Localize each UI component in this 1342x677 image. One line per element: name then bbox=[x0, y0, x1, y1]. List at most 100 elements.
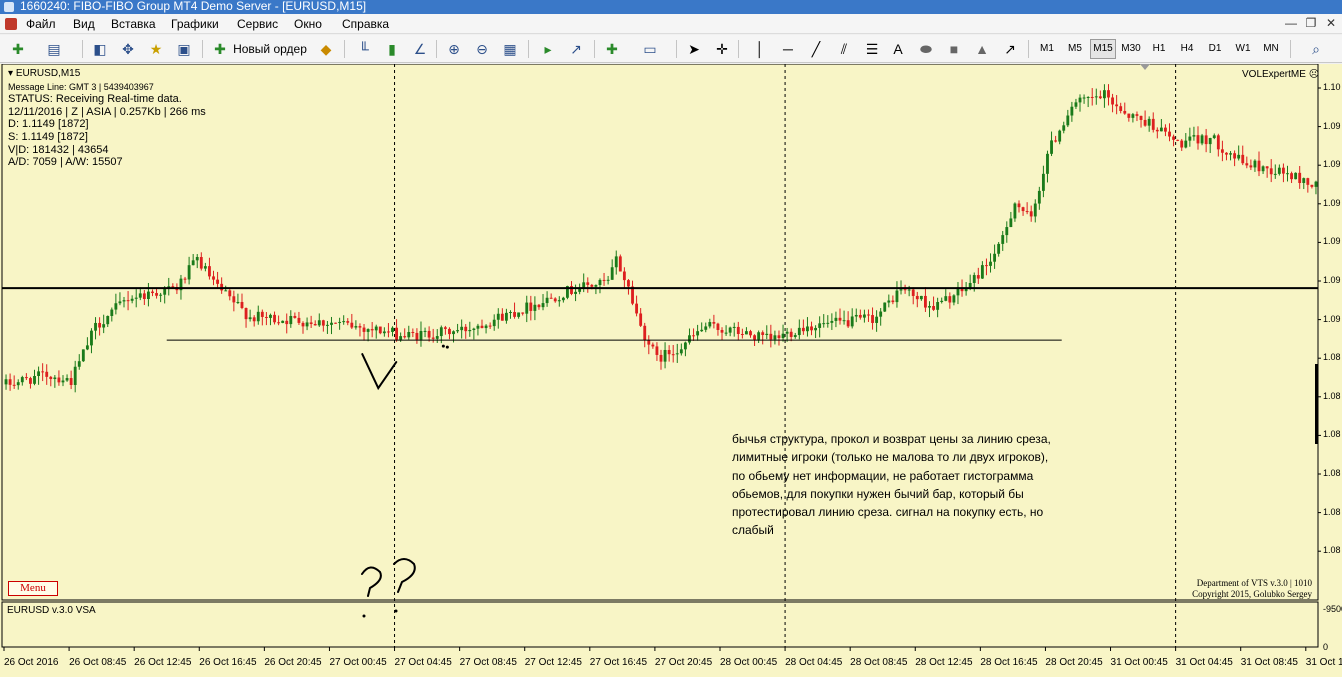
rectangle-icon[interactable]: ■ bbox=[944, 39, 964, 59]
bear-candle bbox=[740, 333, 744, 335]
menu-view[interactable]: Вид bbox=[73, 17, 95, 31]
close-icon[interactable]: ✕ bbox=[1324, 16, 1338, 30]
new-order-icon[interactable]: ✚ bbox=[210, 39, 230, 59]
timeframe-h1[interactable]: H1 bbox=[1146, 39, 1172, 59]
market-watch-icon[interactable]: ◧ bbox=[90, 39, 110, 59]
bear-candle bbox=[753, 335, 756, 340]
bull-candle bbox=[594, 285, 598, 287]
bear-candle bbox=[313, 323, 317, 326]
bull-candle bbox=[675, 353, 679, 355]
fibonacci-icon[interactable]: ☰ bbox=[862, 39, 882, 59]
bear-candle bbox=[427, 330, 431, 338]
bull-candle bbox=[1184, 140, 1188, 148]
templates-icon[interactable]: ▭ bbox=[640, 39, 660, 59]
chart-window[interactable]: ▾ EURUSD,M15 Message Line: GMT 3 | 54394… bbox=[0, 64, 1342, 677]
bull-candle bbox=[728, 327, 732, 333]
channel-icon[interactable]: ⫽ bbox=[834, 39, 854, 59]
ellipse-icon[interactable]: ⬬ bbox=[916, 39, 936, 59]
bull-candle bbox=[1261, 166, 1265, 172]
bear-candle bbox=[655, 346, 659, 355]
text-icon[interactable]: A bbox=[888, 39, 908, 59]
menu-tools[interactable]: Сервис bbox=[237, 17, 278, 31]
cursor-icon[interactable]: ➤ bbox=[684, 39, 704, 59]
vsa-menu-button[interactable]: Menu bbox=[8, 581, 58, 596]
bear-candle bbox=[838, 317, 842, 321]
timeframe-h4[interactable]: H4 bbox=[1174, 39, 1200, 59]
bull-candle bbox=[688, 335, 691, 343]
zoom-in-icon[interactable]: ⊕ bbox=[444, 39, 464, 59]
search-icon[interactable]: ⌕ bbox=[1306, 39, 1326, 59]
timeframe-m1[interactable]: M1 bbox=[1034, 39, 1060, 59]
candlestick-icon[interactable]: ▮ bbox=[382, 39, 402, 59]
expert-smiley-icon[interactable]: ☹ bbox=[1309, 69, 1319, 80]
bull-candle bbox=[989, 261, 992, 266]
bear-candle bbox=[41, 371, 45, 373]
bear-candle bbox=[1196, 135, 1200, 144]
line-chart-icon[interactable]: ∠ bbox=[410, 39, 430, 59]
new-order-button[interactable]: Новый ордер bbox=[232, 39, 308, 59]
bull-candle bbox=[525, 302, 529, 314]
bull-candle bbox=[1082, 97, 1086, 99]
menu-charts[interactable]: Графики bbox=[171, 17, 219, 31]
bull-candle bbox=[81, 349, 85, 362]
bar-chart-icon[interactable]: ╙ bbox=[354, 39, 374, 59]
bear-candle bbox=[57, 377, 61, 383]
bull-candle bbox=[899, 289, 903, 291]
profiles-icon[interactable]: ▤ bbox=[44, 39, 64, 59]
bull-candle bbox=[700, 329, 704, 332]
tile-windows-icon[interactable]: ▦ bbox=[500, 39, 520, 59]
menu-window[interactable]: Окно bbox=[294, 17, 322, 31]
symbol-title: ▾ EURUSD,M15 bbox=[8, 68, 81, 79]
bear-candle bbox=[488, 325, 492, 327]
restore-icon[interactable]: ❐ bbox=[1304, 16, 1318, 30]
bear-candle bbox=[1306, 178, 1310, 185]
trendline-icon[interactable]: ╱ bbox=[806, 39, 826, 59]
timeframe-d1[interactable]: D1 bbox=[1202, 39, 1228, 59]
indicators-icon[interactable]: ✚ bbox=[602, 39, 622, 59]
price-label: 1.08 bbox=[1323, 468, 1341, 478]
bull-candle bbox=[122, 300, 126, 302]
menu-file[interactable]: Файл bbox=[26, 17, 56, 31]
window-titlebar[interactable]: 1660240: FIBO-FIBO Group MT4 Demo Server… bbox=[0, 0, 1342, 14]
mdi-app-icon[interactable] bbox=[5, 18, 17, 30]
triangle-icon[interactable]: ▲ bbox=[972, 39, 992, 59]
bull-candle bbox=[598, 279, 602, 286]
bear-candle bbox=[659, 354, 663, 362]
bear-candle bbox=[1135, 114, 1139, 116]
price-label: 1.08 bbox=[1323, 352, 1341, 363]
navigator-icon[interactable]: ✥ bbox=[118, 39, 138, 59]
horizontal-line-icon[interactable]: ─ bbox=[778, 39, 798, 59]
timeframe-m30[interactable]: M30 bbox=[1118, 39, 1144, 59]
crosshair-icon[interactable]: ✛ bbox=[712, 39, 732, 59]
collapse-triangle-icon[interactable]: ▾ bbox=[8, 68, 13, 79]
bull-candle bbox=[118, 301, 122, 304]
bear-candle bbox=[252, 317, 256, 322]
bear-candle bbox=[228, 290, 232, 297]
bull-candle bbox=[468, 329, 472, 332]
zoom-out-icon[interactable]: ⊖ bbox=[472, 39, 492, 59]
menu-help[interactable]: Справка bbox=[342, 17, 389, 31]
bull-candle bbox=[134, 297, 138, 299]
bull-candle bbox=[366, 329, 370, 332]
bull-candle bbox=[419, 330, 423, 340]
arrow-icon[interactable]: ↗ bbox=[1000, 39, 1020, 59]
timeframe-m5[interactable]: M5 bbox=[1062, 39, 1088, 59]
vertical-line-icon[interactable]: │ bbox=[750, 39, 770, 59]
menu-insert[interactable]: Вставка bbox=[111, 17, 156, 31]
bear-candle bbox=[602, 279, 606, 281]
new-chart-icon[interactable]: ✚ bbox=[8, 39, 28, 59]
timeframe-m15[interactable]: M15 bbox=[1090, 39, 1116, 59]
terminal-icon[interactable]: ▣ bbox=[174, 39, 194, 59]
bull-candle bbox=[317, 320, 321, 326]
minimize-icon[interactable]: — bbox=[1284, 16, 1298, 30]
bear-candle bbox=[1225, 152, 1228, 155]
autoscroll-icon[interactable]: ↗ bbox=[566, 39, 586, 59]
favorites-icon[interactable]: ★ bbox=[146, 39, 166, 59]
time-label: 28 Oct 00:45 bbox=[719, 657, 778, 668]
bull-candle bbox=[773, 335, 777, 340]
question-marks-annotation bbox=[360, 558, 416, 597]
autotrading-icon[interactable]: ◆ bbox=[316, 39, 336, 59]
timeframe-mn[interactable]: MN bbox=[1258, 39, 1284, 59]
chart-shift-icon[interactable]: ▸ bbox=[538, 39, 558, 59]
timeframe-w1[interactable]: W1 bbox=[1230, 39, 1256, 59]
